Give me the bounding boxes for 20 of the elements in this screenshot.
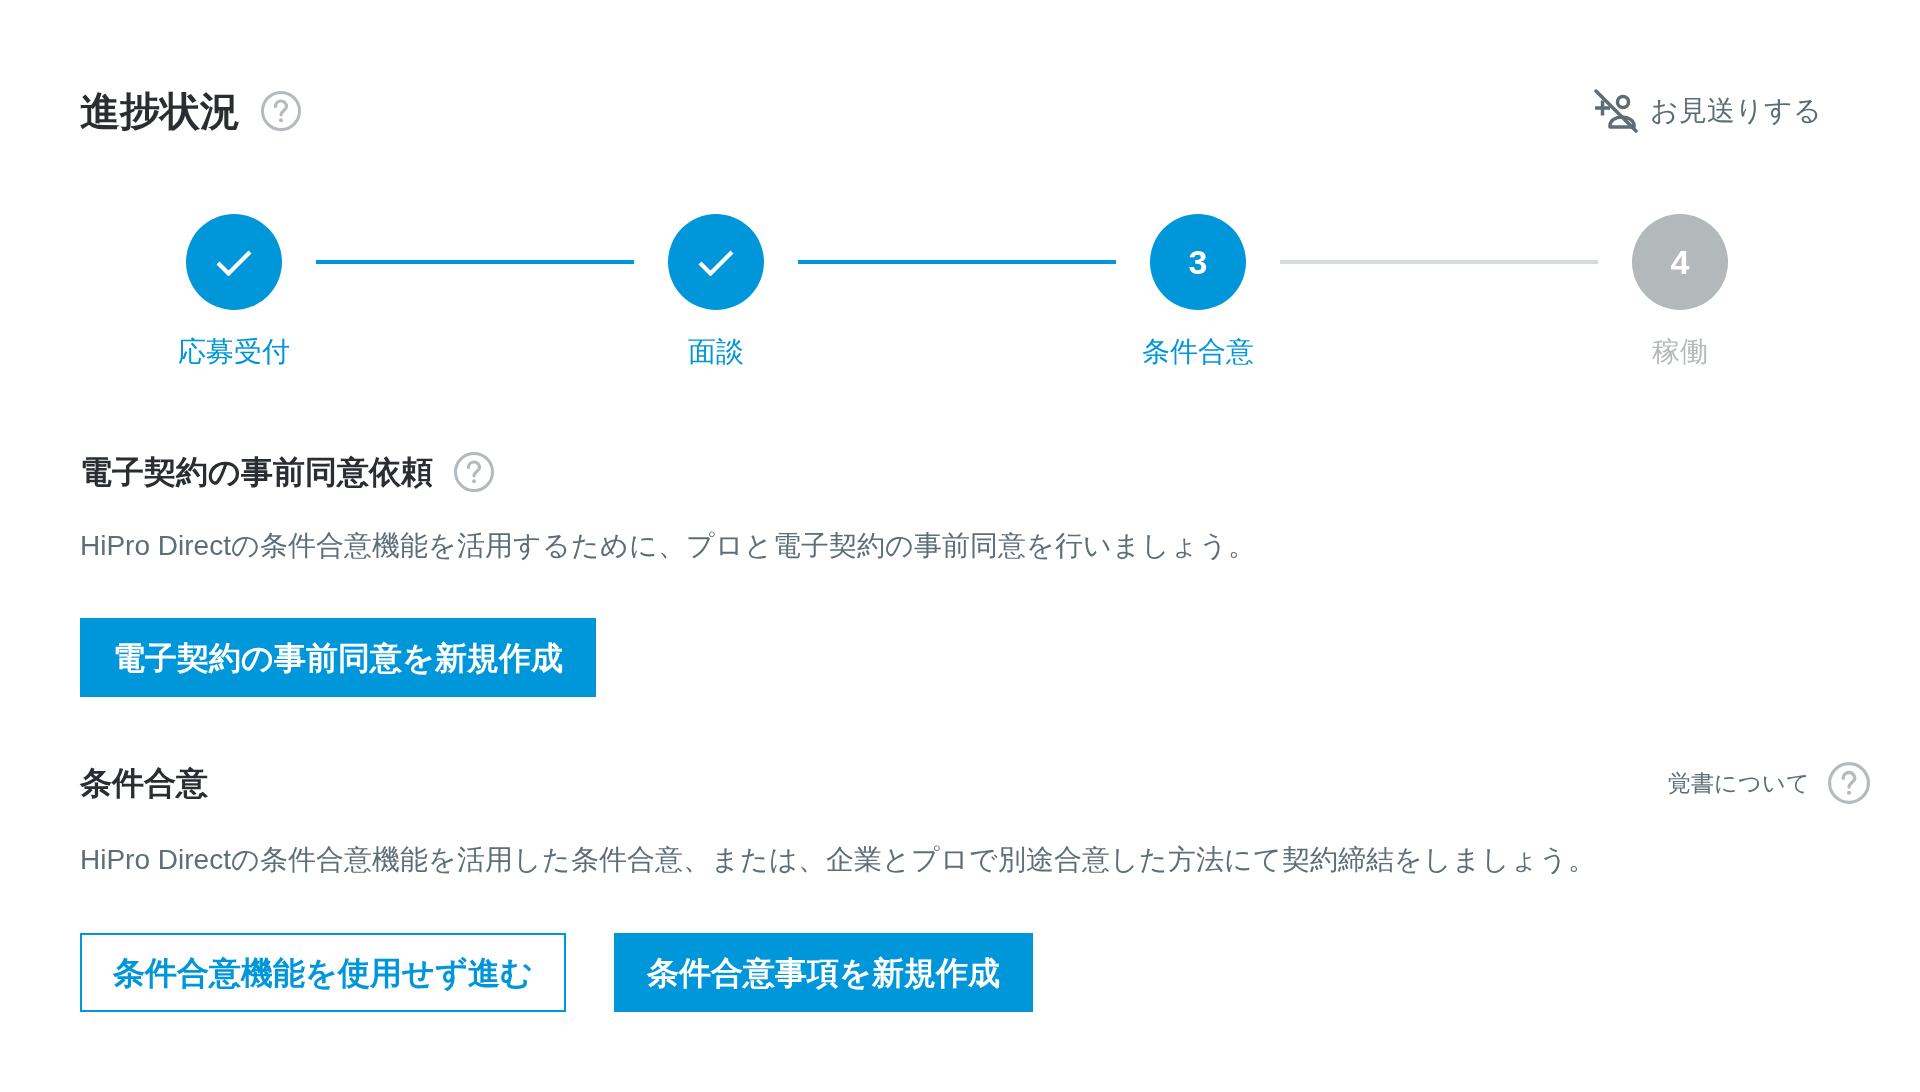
page-title: 進捗状況: [80, 88, 240, 135]
help-icon[interactable]: [454, 452, 494, 492]
help-icon[interactable]: [1828, 762, 1870, 804]
outline-button[interactable]: 条件合意機能を使用せず進む: [80, 933, 566, 1012]
step-label: 面談: [688, 335, 744, 369]
user-plus-slash-icon: [1594, 89, 1638, 133]
check-icon: [216, 248, 252, 276]
section-heading: 条件合意: [80, 764, 208, 802]
step-label: 条件合意: [1142, 335, 1254, 369]
section-description: HiPro Directの条件合意機能を活用した条件合意、または、企業とプロで別途合意した方法にて契約締結をしましょう。: [80, 843, 1596, 877]
step-label: 応募受付: [178, 335, 290, 369]
section-heading: 電子契約の事前同意依頼: [80, 453, 433, 491]
section-description: HiPro Directの条件合意機能を活用するために、プロと電子契約の事前同意を行いましょう。: [80, 529, 1256, 563]
primary-button[interactable]: 条件合意事項を新規作成: [614, 933, 1033, 1012]
check-icon: [698, 248, 734, 276]
primary-button[interactable]: 電子契約の事前同意を新規作成: [80, 618, 596, 697]
decline-button[interactable]: お見送りする: [1594, 89, 1822, 133]
help-icon[interactable]: [261, 91, 301, 131]
step-label: 稼働: [1652, 335, 1708, 369]
memo-help-link[interactable]: 覚書について: [1668, 762, 1870, 804]
